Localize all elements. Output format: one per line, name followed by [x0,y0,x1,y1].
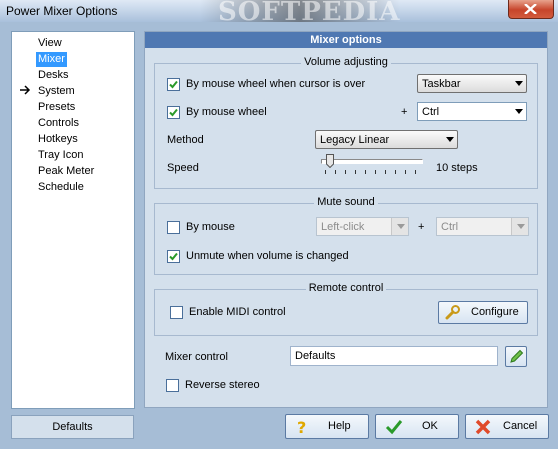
ok-button[interactable]: OK [375,414,459,439]
checkmark-icon [169,108,178,117]
reverse-stereo-label: Reverse stereo [185,379,260,391]
mute-by-mouse-checkbox[interactable] [167,221,180,234]
help-button[interactable]: ? Help [285,414,369,439]
slider-tick [325,170,326,174]
volume-adjusting-group: Volume adjusting By mouse wheel when cur… [154,56,538,189]
options-window: SOFTPEDIA Power Mixer Options View Mixer… [0,0,558,449]
nav-item-controls[interactable]: Controls [36,116,81,131]
cancel-x-icon [475,419,491,435]
selected-arrow-icon [20,85,31,95]
configure-button[interactable]: Configure [438,301,528,324]
mixer-control-value: Defaults [295,350,336,362]
ok-label: OK [422,420,438,432]
remote-control-group: Remote control Enable MIDI control Confi… [154,282,538,336]
category-list[interactable]: View Mixer Desks System Presets Controls… [11,31,135,409]
configure-label: Configure [471,306,519,318]
cursor-over-label: By mouse wheel when cursor is over [186,78,366,90]
unmute-checkbox[interactable] [167,250,180,263]
slider-tick [395,170,396,174]
selected-value: Left-click [321,221,365,233]
selected-value: Ctrl [422,106,440,118]
mouse-wheel-modifier-select[interactable]: Ctrl [417,102,527,121]
reverse-stereo-checkbox[interactable] [166,379,179,392]
pencil-icon [510,349,524,363]
slider-track [321,159,423,164]
help-label: Help [328,420,351,432]
help-icon: ? [297,419,306,435]
window-title: Power Mixer Options [6,4,118,18]
title-bar[interactable]: SOFTPEDIA Power Mixer Options [0,0,558,27]
slider-tick [375,170,376,174]
nav-item-mixer[interactable]: Mixer [36,52,67,67]
slider-thumb[interactable] [325,154,334,168]
cancel-button[interactable]: Cancel [465,414,549,439]
midi-label: Enable MIDI control [189,306,286,318]
checkmark-icon [169,80,178,89]
watermark-text: SOFTPEDIA [218,0,401,27]
speed-value: 10 steps [436,162,478,174]
checkmark-icon [169,252,178,261]
wrench-icon [445,305,460,320]
mixer-control-field[interactable]: Defaults [290,346,498,366]
dropdown-arrow-icon [517,224,525,229]
dropdown-arrow-icon [515,81,523,86]
nav-item-system[interactable]: System [36,84,77,99]
dropdown-arrow-icon [397,224,405,229]
mouse-wheel-label: By mouse wheel [186,106,267,118]
cursor-over-checkbox[interactable] [167,78,180,91]
dropdown-arrow-icon [446,137,454,142]
slider-tick [355,170,356,174]
mute-by-mouse-label: By mouse [186,221,235,233]
selected-value: Legacy Linear [320,134,390,146]
nav-item-hotkeys[interactable]: Hotkeys [36,132,80,147]
selected-value: Taskbar [422,78,461,90]
mute-sound-group: Mute sound By mouse Left-click + Ctrl Un… [154,196,538,275]
mixer-options-panel: Mixer options Volume adjusting By mouse … [144,31,548,408]
panel-header: Mixer options [145,32,547,48]
svg-text:?: ? [297,419,306,435]
mute-mouse-button-select[interactable]: Left-click [316,217,409,236]
check-icon [385,420,403,435]
watermark-logo: SOFTPEDIA [200,0,400,27]
cancel-label: Cancel [503,420,538,432]
edit-mixer-button[interactable] [505,346,527,367]
mixer-control-label: Mixer control [165,351,228,363]
unmute-label: Unmute when volume is changed [186,250,349,262]
speed-label: Speed [167,162,199,174]
slider-tick [405,170,406,174]
nav-item-peak-meter[interactable]: Peak Meter [36,164,96,179]
close-icon [524,4,537,14]
selected-value: Ctrl [441,221,459,233]
plus-sign: + [401,106,408,118]
nav-item-presets[interactable]: Presets [36,100,77,115]
slider-tick [345,170,346,174]
defaults-button[interactable]: Defaults [11,415,134,439]
method-label: Method [167,134,204,146]
nav-item-schedule[interactable]: Schedule [36,180,86,195]
nav-item-tray-icon[interactable]: Tray Icon [36,148,85,163]
slider-tick [415,170,416,174]
slider-tick [335,170,336,174]
cursor-over-target-select[interactable]: Taskbar [417,74,527,93]
mouse-wheel-checkbox[interactable] [167,106,180,119]
nav-item-view[interactable]: View [36,36,64,51]
slider-tick [365,170,366,174]
close-button[interactable] [508,0,554,19]
speed-slider[interactable] [319,154,429,180]
method-select[interactable]: Legacy Linear [315,130,458,149]
group-title-mute: Mute sound [314,196,378,208]
group-title-volume: Volume adjusting [301,56,391,68]
nav-item-desks[interactable]: Desks [36,68,71,83]
mute-modifier-select[interactable]: Ctrl [436,217,529,236]
slider-tick [385,170,386,174]
group-title-remote: Remote control [305,282,387,294]
plus-sign: + [418,221,425,233]
dropdown-arrow-icon [515,109,523,114]
midi-checkbox[interactable] [170,306,183,319]
